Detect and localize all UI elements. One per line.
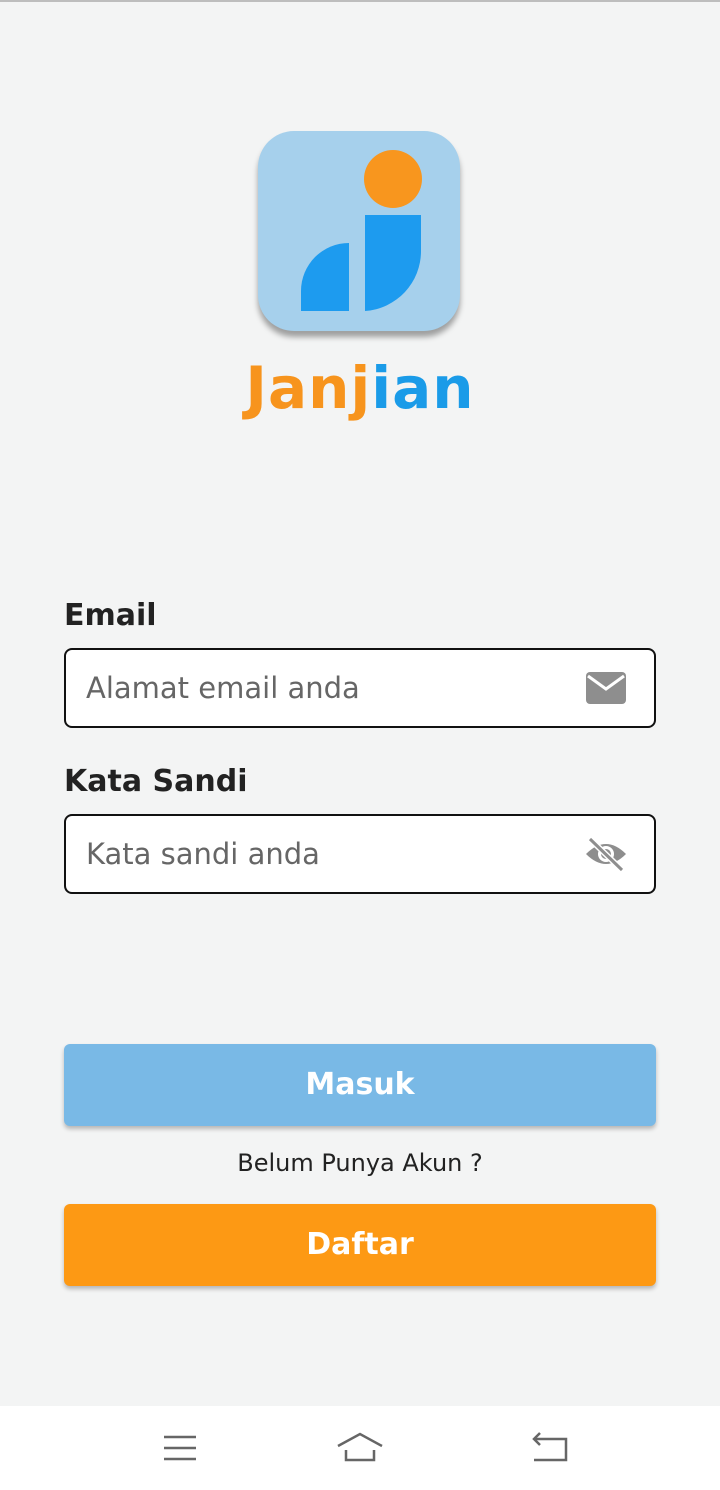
eye-off-icon[interactable] bbox=[584, 836, 628, 873]
menu-icon[interactable] bbox=[156, 1428, 204, 1468]
password-field[interactable] bbox=[86, 816, 566, 892]
email-label: Email bbox=[64, 598, 157, 633]
email-field-container bbox=[64, 648, 656, 728]
brand-name: Janjian bbox=[0, 354, 720, 422]
password-field-container bbox=[64, 814, 656, 894]
no-account-text: Belum Punya Akun ? bbox=[237, 1149, 483, 1177]
login-button[interactable]: Masuk bbox=[64, 1044, 656, 1126]
brand-name-part2: ian bbox=[371, 354, 475, 422]
status-divider bbox=[0, 0, 720, 2]
app-logo bbox=[258, 131, 460, 331]
janjian-logo-icon bbox=[301, 150, 422, 311]
brand-name-part1: Janj bbox=[245, 354, 372, 422]
home-icon[interactable] bbox=[336, 1428, 384, 1468]
mail-icon bbox=[584, 670, 628, 706]
register-button[interactable]: Daftar bbox=[64, 1204, 656, 1286]
password-label: Kata Sandi bbox=[64, 764, 248, 799]
back-icon[interactable] bbox=[526, 1428, 574, 1468]
email-field[interactable] bbox=[86, 650, 566, 726]
system-navigation-bar bbox=[0, 1406, 720, 1490]
